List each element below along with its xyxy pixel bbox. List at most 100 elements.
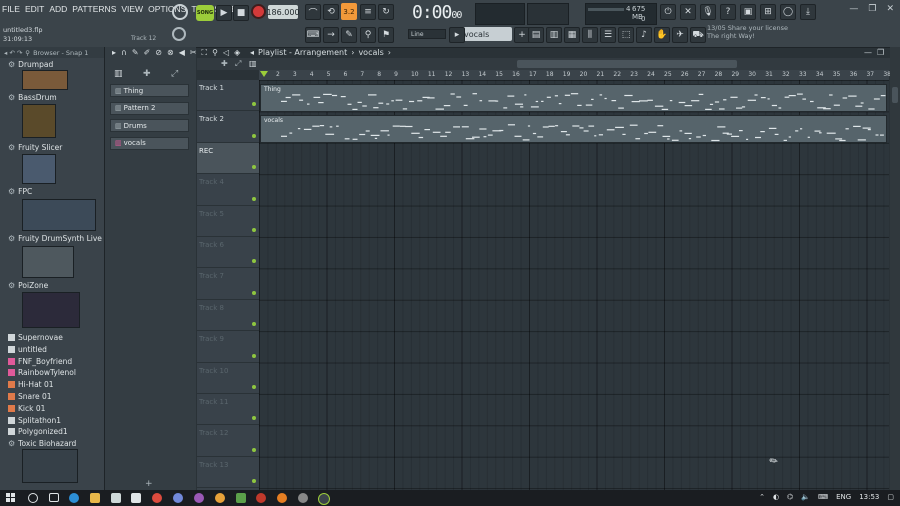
browser-item[interactable]: Hi-Hat 01 [8,380,54,389]
track-header[interactable]: Track 8 [197,300,259,332]
browser-item[interactable]: Splitathon1 [8,416,61,425]
pattern-mode-icon[interactable]: ▥ [249,59,257,68]
track-enabled-icon[interactable] [252,227,256,232]
close-icon[interactable]: ✕ [886,4,894,14]
plugin-picker-icon[interactable]: ⊞ [760,4,776,20]
reset-icon[interactable]: ⏻ [660,4,676,20]
app-icon-firefox[interactable] [277,493,287,503]
track-enabled-icon[interactable] [252,259,256,264]
clip-vocals[interactable]: vocals [260,115,887,143]
store-icon[interactable] [111,493,121,503]
expand-icon[interactable]: ⤢ [171,69,178,79]
chat-icon[interactable]: ◯ [780,4,796,20]
typing-keyboard-icon[interactable]: ⌨ [305,27,321,43]
mixer-icon[interactable]: ⫼ [582,27,598,43]
add-pattern-icon[interactable]: + [145,479,153,489]
play-button[interactable]: ▶ [216,5,232,21]
playlist-maximize-icon[interactable]: ❐ [877,48,884,57]
fl-studio-taskbar-icon[interactable] [318,493,330,505]
play-arrow-icon[interactable]: ▸ [112,48,116,58]
track-enabled-icon[interactable] [252,102,256,107]
cart-icon[interactable]: ⛟ [690,27,706,43]
app-icon-green[interactable] [236,493,246,503]
arrow-tool-icon[interactable]: → [323,27,339,43]
master-pitch-knob[interactable] [172,4,188,20]
render-icon[interactable]: ✈ [672,27,688,43]
pattern-song-toggle[interactable]: SONG [196,5,214,21]
stamp-icon[interactable]: ⚑ [378,27,394,43]
paint-tool-icon[interactable]: ✐ [144,48,151,58]
slice-tool-icon[interactable]: ✂ [190,48,197,58]
track-enabled-icon[interactable] [252,165,256,170]
track-header[interactable]: Track 9 [197,331,259,363]
pattern-prev-icon[interactable]: ▸ [449,27,465,43]
menu-view[interactable]: VIEW [121,4,143,14]
track-enabled-icon[interactable] [252,447,256,452]
menu-patterns[interactable]: PATTERNS [72,4,116,14]
browser-plugin[interactable]: ⚙ Fruity Slicer [8,143,62,152]
help-icon[interactable]: ? [720,4,736,20]
speaker-icon[interactable]: ◈ [234,48,240,58]
draw-tool-icon[interactable]: ✎ [132,48,139,58]
timeline-ruler[interactable]: 2 3 4 5 6 7 8 9 10 11 12 13 14 15 16 17 18 19 20 21 22 23 24 25… [259,70,891,80]
browser-item[interactable]: Snare 01 [8,392,52,401]
slip-tool-icon[interactable]: ◀ [179,48,185,58]
plugin-icon[interactable]: ⬚ [618,27,634,43]
stop-button[interactable]: ■ [233,5,249,21]
track-enabled-icon[interactable] [252,416,256,421]
tempo-display[interactable]: 186.000 [266,5,300,19]
browser-item[interactable]: Kick 01 [8,404,45,413]
horizontal-scroll-thumb[interactable] [517,60,737,68]
track-enabled-icon[interactable] [252,133,256,138]
wait-input-icon[interactable]: ⟲ [323,4,339,20]
step-record-button[interactable]: 3.2 [341,3,357,20]
keyboard-icon[interactable]: ⌨ [818,493,828,501]
track-enabled-icon[interactable] [252,353,256,358]
plugin-thumbnail[interactable] [22,292,80,328]
menu-edit[interactable]: EDIT [25,4,44,14]
tray-chevron-icon[interactable]: ⌃ [759,493,765,501]
track-header[interactable]: Track 12 [197,425,259,457]
blend-notes-icon[interactable]: ≡ [360,4,376,20]
playlist-icon[interactable]: ▤ [528,27,544,43]
edge-icon[interactable] [69,493,79,503]
tray-app-icon[interactable]: ◐ [773,493,779,501]
browser-icon[interactable]: ☰ [600,27,616,43]
snap-mode-select[interactable]: Line [408,29,446,39]
playhead-marker[interactable] [260,71,268,77]
search-icon[interactable]: ⚲ [25,49,30,57]
touch-controller-icon[interactable]: ✋ [654,27,670,43]
browser-back-icon[interactable]: ◂ ↶ ↷ [4,49,22,57]
browser-item[interactable]: FNF_Boyfriend [8,357,72,366]
track-enabled-icon[interactable] [252,196,256,201]
clip-thing[interactable]: Thing [260,84,887,112]
track-header[interactable]: Track 2 [197,111,259,143]
browser-item[interactable]: Polygonized1 [8,427,68,436]
track-enabled-icon[interactable] [252,290,256,295]
track-header[interactable]: Track 11 [197,394,259,426]
chrome-icon[interactable] [152,493,162,503]
vertical-scroll-thumb[interactable] [892,87,898,103]
maximize-icon[interactable]: ❐ [868,4,876,14]
piano-roll-icon[interactable]: ▥ [546,27,562,43]
mute-icon[interactable]: ✕ [680,4,696,20]
browser-plugin[interactable]: ⚙ PoiZone [8,281,48,290]
language-indicator[interactable]: ENG [836,493,851,501]
pattern-selector[interactable]: vocals [458,27,512,41]
network-icon[interactable]: ⌬ [787,493,793,501]
browser-plugin[interactable]: ⚙ FPC [8,187,32,196]
playlist-minimize-icon[interactable]: — [864,48,872,57]
plugin-thumbnail[interactable] [22,199,96,231]
minimize-icon[interactable]: — [849,4,858,14]
track-enabled-icon[interactable] [252,479,256,484]
mic-icon[interactable]: 🎙 [700,4,716,20]
browser-item[interactable]: Supernovae [8,333,63,342]
discord-icon[interactable] [173,493,183,503]
track-header[interactable]: Track 13 [197,457,259,489]
menu-file[interactable]: FILE [2,4,20,14]
song-position-display[interactable]: 0:0000 [412,2,472,24]
track-header[interactable]: Track 1 [197,80,259,112]
tempo-tapper-icon[interactable]: ♪ [636,27,652,43]
clock[interactable]: 13:53 [859,493,879,501]
master-volume-knob[interactable] [172,27,186,41]
